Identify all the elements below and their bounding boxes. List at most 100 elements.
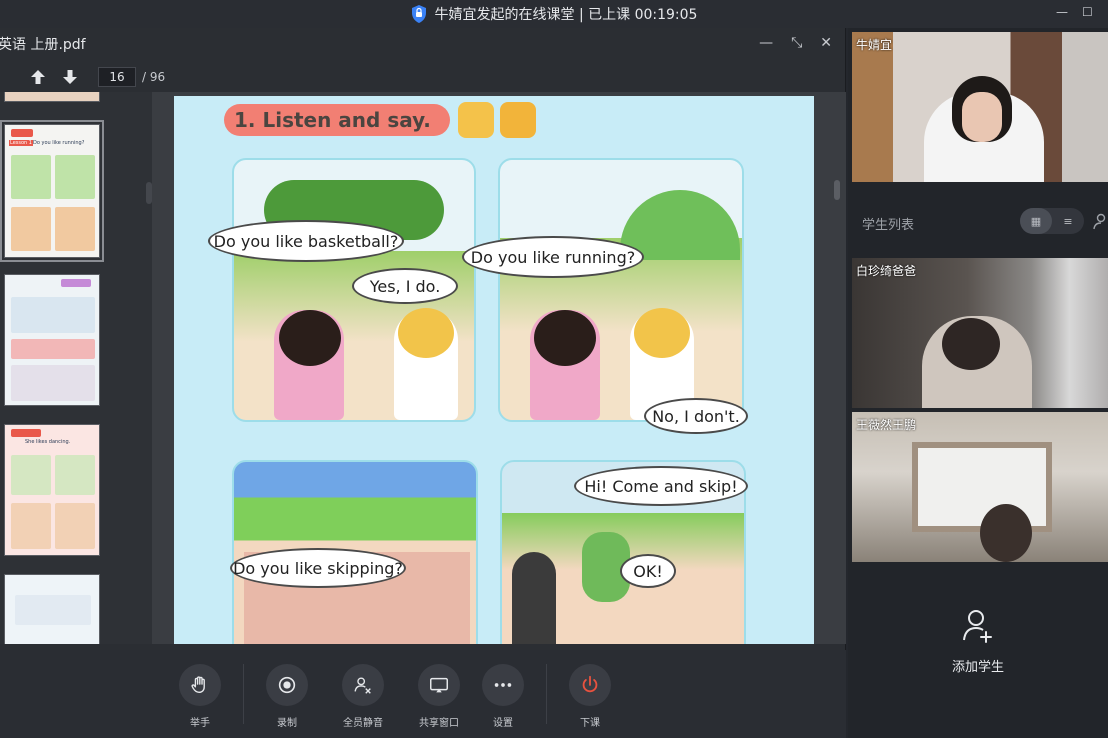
thumbnail-page-16[interactable]: Lesson 1 Do you like running? bbox=[0, 120, 104, 262]
thumbnail-heading bbox=[61, 279, 91, 287]
student-head bbox=[980, 504, 1032, 562]
thumbnail-cell bbox=[55, 455, 95, 495]
pdf-viewer: 英语 上册.pdf — ⤡ ✕ 16 / 96 Lesson 1 Do you … bbox=[0, 28, 846, 650]
prev-page-button[interactable] bbox=[28, 67, 48, 87]
student-video-1[interactable]: 白珍绮爸爸 bbox=[852, 258, 1108, 408]
thumbnail-title-2: She likes dancing. bbox=[25, 439, 71, 445]
student-list-label: 学生列表 bbox=[862, 218, 915, 233]
pdf-minimize-icon[interactable]: — bbox=[759, 36, 773, 50]
shield-icon bbox=[411, 5, 426, 23]
end-class-button[interactable]: 下课 bbox=[560, 664, 620, 729]
thumbnail-panel[interactable]: Lesson 1 Do you like running? She likes … bbox=[0, 92, 152, 644]
power-icon bbox=[569, 664, 611, 706]
thumbnail-cell bbox=[11, 155, 51, 199]
hand-icon bbox=[179, 664, 221, 706]
boy-hair bbox=[398, 308, 454, 358]
thumbnail-cell bbox=[11, 503, 51, 549]
thumbnail-cell bbox=[11, 365, 95, 401]
pdf-window-controls: — ⤡ ✕ bbox=[759, 36, 832, 50]
list-view-icon[interactable]: ≡ bbox=[1052, 208, 1084, 234]
thumbnail-page-17[interactable] bbox=[4, 274, 100, 406]
window-title: 牛婧宜发起的在线课堂 | 已上课 00:19:05 bbox=[411, 4, 697, 24]
thumbnail-cell bbox=[15, 595, 91, 625]
more-icon bbox=[482, 664, 524, 706]
pdf-filename: 英语 上册.pdf bbox=[0, 37, 86, 53]
speech-bubble-p4-b: OK! bbox=[620, 554, 676, 588]
student-list-header: 学生列表 ▦ ≡ bbox=[848, 196, 1108, 246]
thumbnail-cell bbox=[11, 297, 95, 333]
thumbnail-cell bbox=[11, 339, 95, 359]
app-window: 牛婧宜发起的在线课堂 | 已上课 00:19:05 — ☐ 英语 上册.pdf … bbox=[0, 0, 1108, 738]
end-class-label: 下课 bbox=[580, 718, 600, 729]
add-student-label: 添加学生 bbox=[951, 660, 1004, 675]
add-student-button[interactable]: 添加学生 bbox=[848, 598, 1108, 718]
thumbnail-page-15[interactable] bbox=[4, 92, 100, 102]
record-label: 录制 bbox=[277, 718, 297, 729]
share-window-label: 共享窗口 bbox=[419, 718, 459, 729]
speech-bubble-p1-a: Do you like basketball? bbox=[208, 220, 404, 262]
student-name-1: 白珍绮爸爸 bbox=[856, 264, 917, 278]
thumbnail-cell bbox=[11, 455, 51, 495]
page-total: / 96 bbox=[142, 70, 166, 84]
thumbnail-cell bbox=[55, 155, 95, 199]
thumbnail-cell bbox=[55, 207, 95, 251]
settings-button[interactable]: 设置 bbox=[473, 664, 533, 729]
arrow-down-icon bbox=[63, 70, 77, 84]
record-icon bbox=[266, 664, 308, 706]
speech-bubble-p3-a: Do you like skipping? bbox=[230, 548, 406, 588]
comic-panel-2 bbox=[498, 158, 744, 422]
mute-all-icon bbox=[342, 664, 384, 706]
speech-bubble-p4-a: Hi! Come and skip! bbox=[574, 466, 748, 506]
pdf-close-icon[interactable]: ✕ bbox=[820, 36, 832, 50]
thumbnail-title: Do you like running? bbox=[33, 140, 85, 146]
thumbnail-lesson-label: Lesson 1 bbox=[9, 140, 33, 146]
girl-hair bbox=[534, 310, 596, 366]
next-page-button[interactable] bbox=[60, 67, 80, 87]
pdf-header: 英语 上册.pdf — ⤡ ✕ bbox=[0, 28, 846, 60]
raise-hand-label: 举手 bbox=[190, 718, 210, 729]
settings-label: 设置 bbox=[493, 718, 513, 729]
minimize-icon[interactable]: — bbox=[1056, 6, 1068, 18]
thumbnail-cell bbox=[11, 207, 51, 251]
raise-hand-button[interactable]: 举手 bbox=[170, 664, 230, 729]
thumbnail-lesson-tag bbox=[11, 129, 33, 137]
window-controls: — ☐ bbox=[1056, 6, 1094, 18]
boy-hair bbox=[634, 308, 690, 358]
student-name-2: 王薇然王鹏 bbox=[856, 418, 917, 432]
student-video-2[interactable]: 王薇然王鹏 bbox=[852, 412, 1108, 562]
share-window-button[interactable]: 共享窗口 bbox=[409, 664, 469, 729]
teacher-face bbox=[962, 92, 1002, 142]
thumbnail-page-18[interactable]: She likes dancing. bbox=[4, 424, 100, 556]
mute-all-button[interactable]: 全员静音 bbox=[333, 664, 393, 729]
mascot-frog-icon bbox=[500, 102, 536, 138]
speech-bubble-p2-a: Do you like running? bbox=[462, 236, 644, 278]
teacher-video[interactable]: 牛婧宜 bbox=[852, 32, 1108, 182]
grid-view-icon[interactable]: ▦ bbox=[1020, 208, 1052, 234]
participants-panel: 牛婧宜 学生列表 ▦ ≡ 白珍绮爸爸 王薇然王鹏 添加学生 bbox=[848, 28, 1108, 738]
mascot-frog-icon bbox=[458, 102, 494, 138]
thumbnail-heading bbox=[11, 429, 41, 437]
page-view[interactable]: 1. Listen and say. Do you like basketbal… bbox=[152, 92, 846, 644]
screen-share-icon bbox=[418, 664, 460, 706]
page-number-input[interactable]: 16 bbox=[98, 67, 136, 87]
pdf-page: 1. Listen and say. Do you like basketbal… bbox=[174, 96, 814, 644]
teacher-name: 牛婧宜 bbox=[856, 38, 893, 52]
mute-all-label: 全员静音 bbox=[343, 718, 383, 729]
page-scrollbar[interactable] bbox=[834, 180, 840, 200]
record-button[interactable]: 录制 bbox=[257, 664, 317, 729]
arrow-up-icon bbox=[31, 70, 45, 84]
title-bar: 牛婧宜发起的在线课堂 | 已上课 00:19:05 — ☐ bbox=[0, 0, 1108, 28]
view-toggle[interactable]: ▦ ≡ bbox=[1020, 208, 1084, 234]
thumbnail-page-19[interactable] bbox=[4, 574, 100, 644]
thumbnail-cell bbox=[55, 503, 95, 549]
boy-figure bbox=[512, 552, 556, 644]
divider bbox=[546, 664, 547, 724]
class-toolbar: 举手 录制 全员静音 共享窗口 设置 下课 bbox=[0, 650, 846, 738]
pdf-toolbar: 16 / 96 bbox=[0, 62, 846, 92]
girl-hair bbox=[279, 310, 341, 366]
maximize-icon[interactable]: ☐ bbox=[1082, 6, 1094, 18]
add-person-icon bbox=[963, 610, 992, 643]
person-icon[interactable] bbox=[1092, 212, 1108, 230]
pdf-restore-icon[interactable]: ⤡ bbox=[791, 36, 802, 50]
page-heading: 1. Listen and say. bbox=[234, 108, 431, 132]
